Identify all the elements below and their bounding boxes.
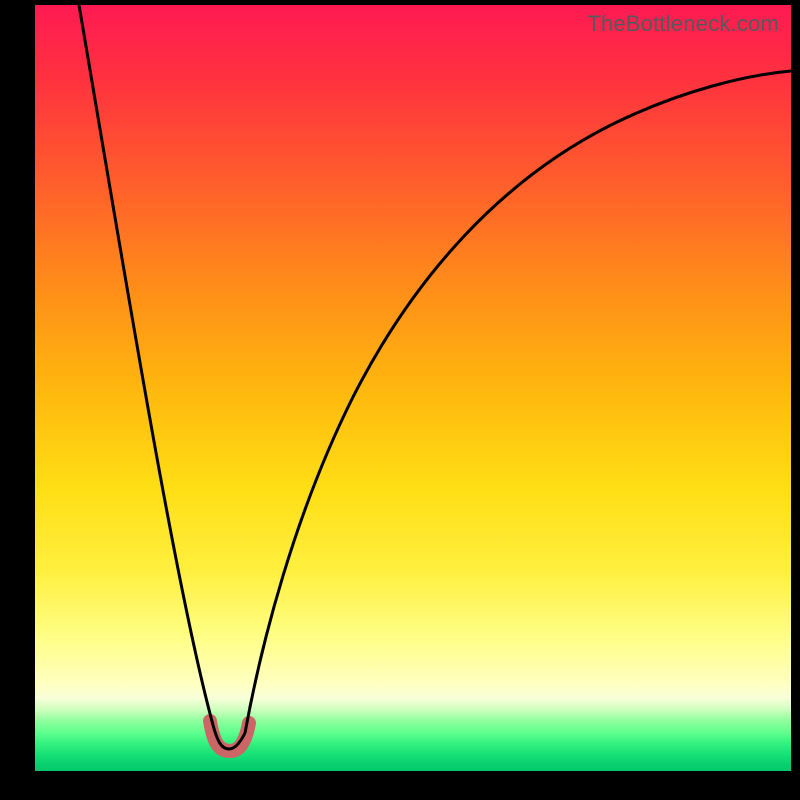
left-curve-path — [79, 5, 245, 749]
chart-plot-area: TheBottleneck.com — [35, 5, 791, 771]
chart-curves-svg — [35, 5, 791, 771]
right-curve-path — [245, 71, 791, 733]
